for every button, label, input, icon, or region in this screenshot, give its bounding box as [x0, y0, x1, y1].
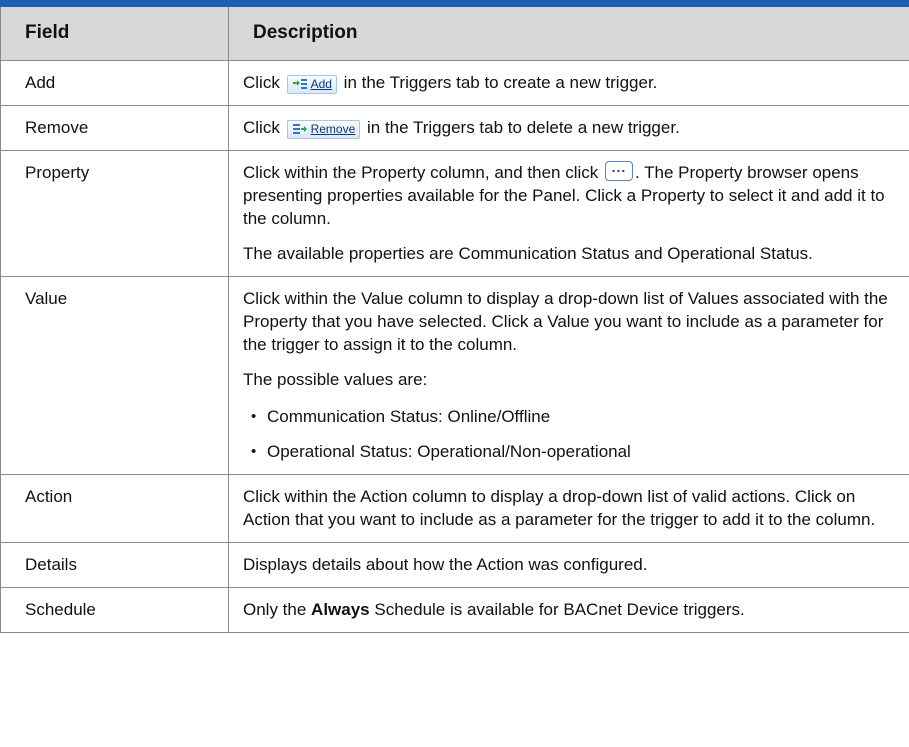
list-item: Communication Status: Online/Offline: [243, 405, 895, 428]
description-text: Schedule is available for BACnet Device …: [369, 600, 745, 619]
table-row: Details Displays details about how the A…: [0, 542, 909, 588]
add-list-icon: [292, 79, 307, 89]
table-row: Action Click within the Action column to…: [0, 474, 909, 543]
description-paragraph: Displays details about how the Action wa…: [243, 555, 648, 574]
table-row: Schedule Only the Always Schedule is ava…: [0, 587, 909, 633]
description-text: in the Triggers tab to create a new trig…: [338, 73, 658, 92]
table-row: Value Click within the Value column to d…: [0, 276, 909, 475]
list-item: Operational Status: Operational/Non-oper…: [243, 440, 895, 463]
field-description: Click within the Property column, and th…: [228, 150, 909, 277]
remove-trigger-button[interactable]: Remove: [286, 119, 361, 139]
table-header-row: Field Description: [0, 0, 909, 61]
field-description: Click within the Value column to display…: [228, 276, 909, 475]
remove-button-label: Remove: [310, 121, 356, 136]
field-name: Add: [0, 60, 229, 106]
field-name: Property: [0, 150, 229, 277]
field-name: Schedule: [0, 587, 229, 633]
description-text: Click: [243, 118, 280, 137]
field-description: Click within the Action column to displa…: [228, 474, 909, 543]
field-description: Only the Always Schedule is available fo…: [228, 587, 909, 633]
description-paragraph: The available properties are Communicati…: [243, 244, 813, 263]
description-column-header: Description: [228, 0, 909, 61]
field-name: Value: [0, 276, 229, 475]
description-paragraph: The possible values are:: [243, 370, 428, 389]
table-row: Remove Click Remove in the Triggers tab …: [0, 105, 909, 151]
description-paragraph: Only the Always Schedule is available fo…: [243, 598, 895, 621]
description-paragraph: Click within the Property column, and th…: [243, 156, 895, 230]
field-name: Remove: [0, 105, 229, 151]
field-name: Details: [0, 542, 229, 588]
description-text: Click: [243, 73, 280, 92]
remove-list-icon: [292, 124, 307, 134]
field-description: Click Add in the Triggers tab to create …: [228, 60, 909, 106]
field-name: Action: [0, 474, 229, 543]
add-trigger-button[interactable]: Add: [286, 74, 337, 94]
values-list: Communication Status: Online/Offline Ope…: [243, 405, 895, 463]
description-paragraph: Click within the Action column to displa…: [243, 487, 876, 529]
description-text: in the Triggers tab to delete a new trig…: [362, 118, 680, 137]
table-row: Add Click Add in the Triggers tab to cre…: [0, 60, 909, 106]
table-row: Property Click within the Property colum…: [0, 150, 909, 277]
field-description: Click Remove in the Triggers tab to dele…: [228, 105, 909, 151]
browse-property-button[interactable]: [605, 156, 633, 181]
description-text: Only the: [243, 600, 312, 619]
field-description: Displays details about how the Action wa…: [228, 542, 909, 588]
add-button-label: Add: [310, 76, 332, 91]
schedule-name: Always: [311, 600, 370, 619]
field-column-header: Field: [0, 0, 229, 61]
description-text: Click within the Property column, and th…: [243, 163, 599, 182]
description-paragraph: Click within the Value column to display…: [243, 289, 888, 354]
field-description-table: Field Description Add Click Add in the T…: [0, 0, 909, 633]
